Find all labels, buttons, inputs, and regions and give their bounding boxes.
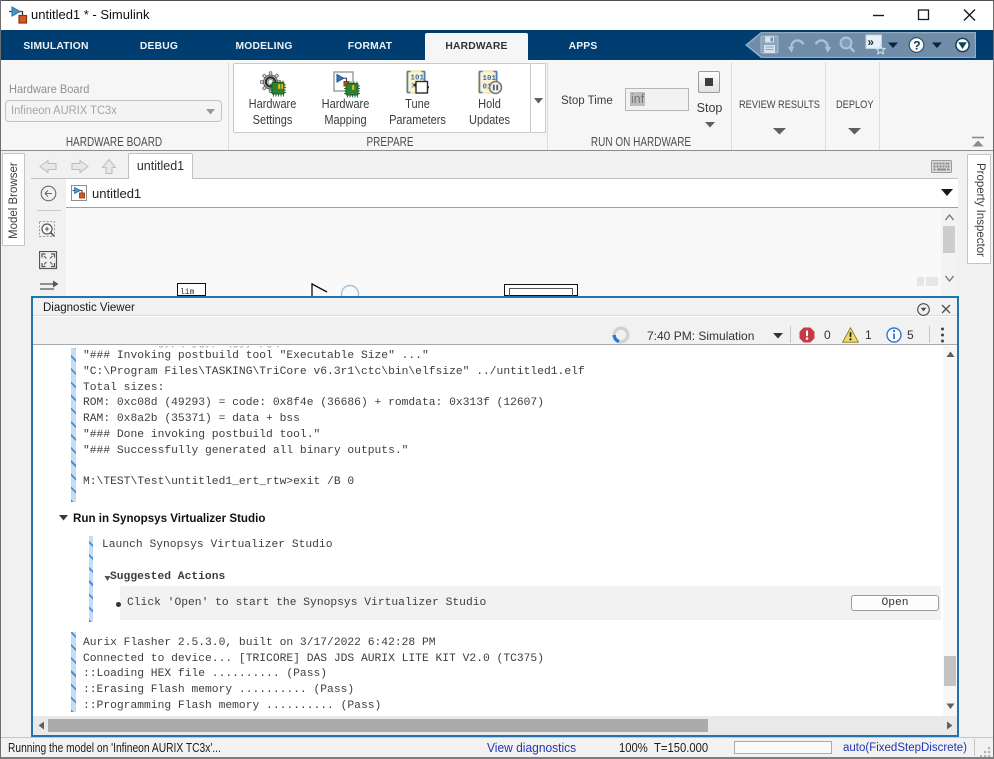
svg-text:»: » xyxy=(868,37,874,49)
svg-text:?: ? xyxy=(913,39,920,53)
